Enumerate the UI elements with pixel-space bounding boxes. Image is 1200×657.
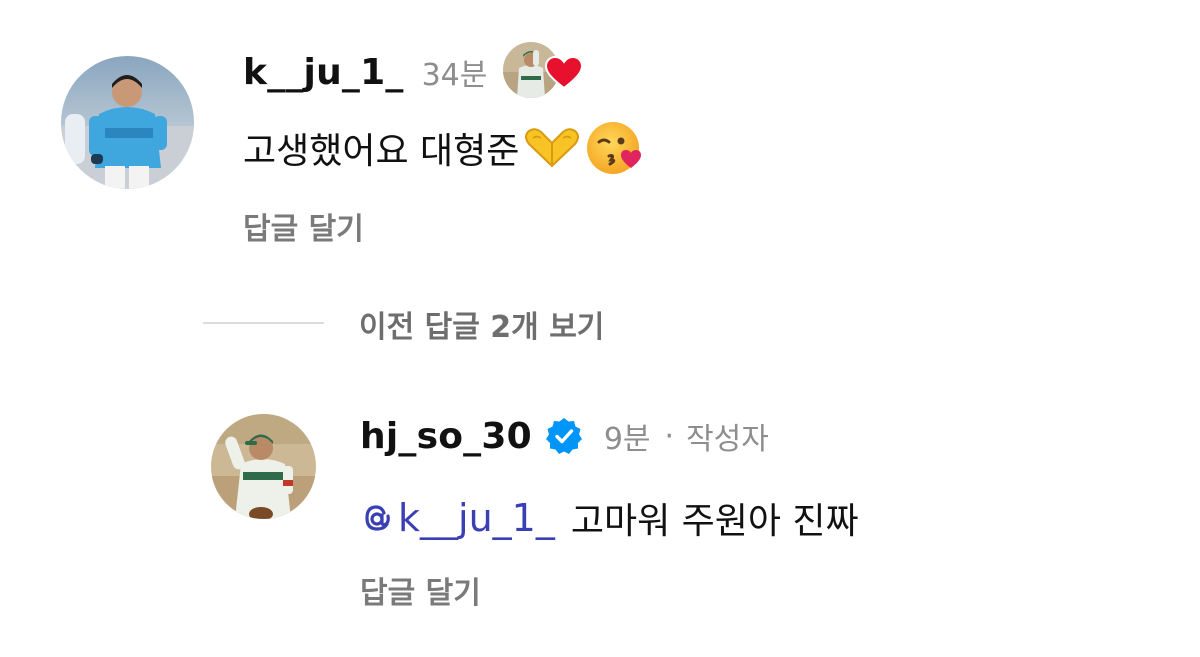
mention-username[interactable]: k__ju_1_ [398, 496, 555, 540]
author-liked-badge [503, 42, 584, 102]
comment-text: 고생했어요 대형준 [243, 131, 520, 172]
avatar[interactable] [61, 56, 194, 189]
reply-button[interactable]: 답글 달기 [360, 568, 481, 612]
comment-text: 고마워 주원아 진짜 [570, 501, 859, 542]
username[interactable]: k__ju_1_ [243, 52, 404, 93]
comment-header: k__ju_1_ 34분 [243, 42, 584, 102]
comment-body: k__ju_1_ 고마워 주원아 진짜 [360, 488, 859, 548]
heart-hands-icon [525, 128, 580, 168]
timestamp: 34분 [421, 58, 488, 93]
timestamp: 9분 [603, 422, 651, 457]
threads-mention-icon [365, 505, 390, 531]
divider [203, 322, 324, 324]
comment-header: hj_so_30 9분 · 작성자 [360, 408, 769, 464]
kissing-face-icon [587, 122, 642, 174]
heart-icon [545, 56, 584, 90]
avatar[interactable] [211, 414, 316, 519]
author-label: 작성자 [686, 422, 769, 457]
separator-dot: · [664, 418, 675, 454]
username[interactable]: hj_so_30 [360, 416, 532, 457]
view-previous-replies-button[interactable]: 이전 답글 2개 보기 [359, 302, 604, 346]
reply-button[interactable]: 답글 달기 [243, 204, 364, 248]
verified-badge-icon [545, 418, 582, 454]
mention-link[interactable]: k__ju_1_ [360, 496, 555, 540]
comment-body: 고생했어요 대형준 [243, 118, 645, 178]
